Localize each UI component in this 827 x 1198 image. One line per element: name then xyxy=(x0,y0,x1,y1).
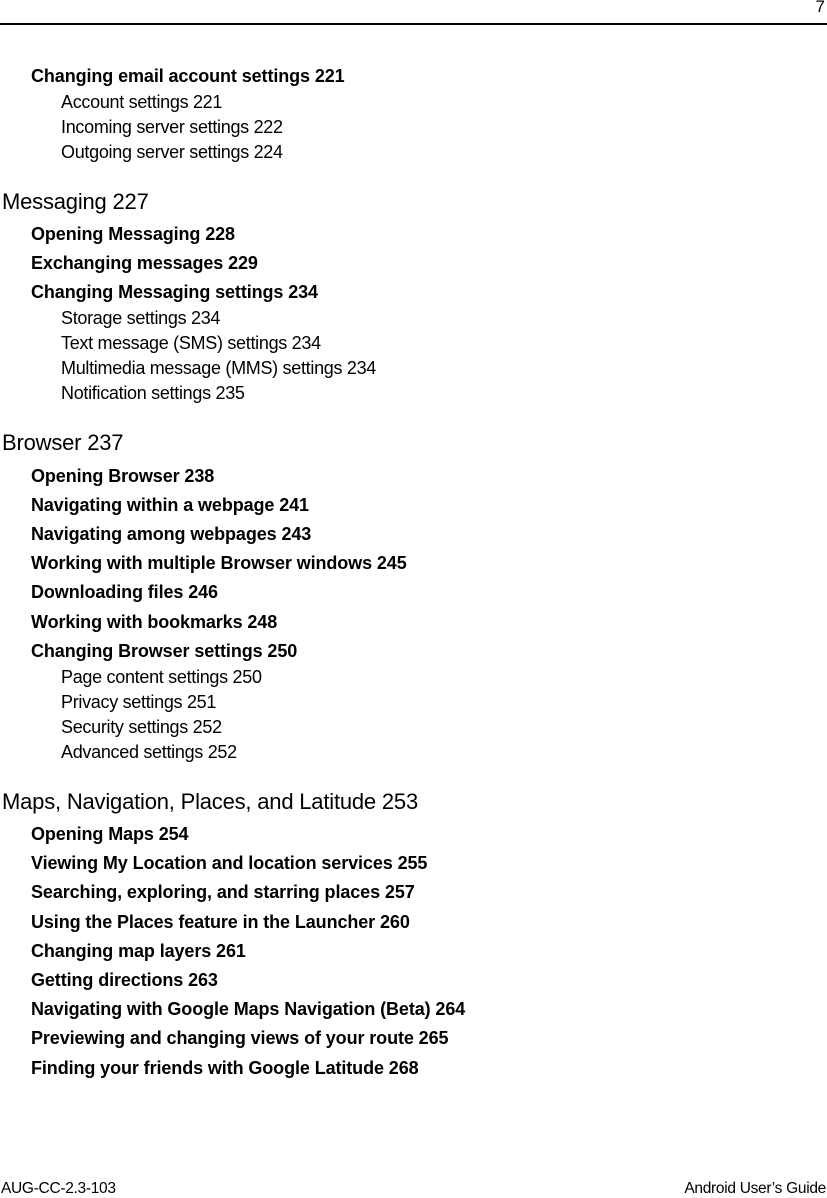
toc-entry-chapter[interactable]: Browser 237 xyxy=(2,432,124,454)
toc-entry-section[interactable]: Working with multiple Browser windows 24… xyxy=(31,554,407,572)
page-number: 7 xyxy=(815,0,825,16)
toc-entry-section[interactable]: Downloading files 246 xyxy=(31,583,218,601)
document-code: AUG-CC-2.3-103 xyxy=(1,1180,116,1197)
toc-entry-subsection[interactable]: Storage settings 234 xyxy=(61,309,220,327)
toc-entry-section[interactable]: Opening Browser 238 xyxy=(31,467,214,485)
toc-entry-chapter[interactable]: Messaging 227 xyxy=(2,191,149,213)
toc-entry-section[interactable]: Finding your friends with Google Latitud… xyxy=(31,1059,419,1077)
toc-entry-chapter[interactable]: Maps, Navigation, Places, and Latitude 2… xyxy=(2,791,418,813)
toc-entry-section[interactable]: Viewing My Location and location service… xyxy=(31,854,427,872)
toc-entry-section[interactable]: Exchanging messages 229 xyxy=(31,254,258,272)
toc-entry-subsection[interactable]: Account settings 221 xyxy=(61,93,222,111)
toc-entry-section[interactable]: Previewing and changing views of your ro… xyxy=(31,1029,449,1047)
toc-entry-section[interactable]: Changing Messaging settings 234 xyxy=(31,283,318,301)
toc-entry-section[interactable]: Navigating among webpages 243 xyxy=(31,525,311,543)
toc-entry-section[interactable]: Changing Browser settings 250 xyxy=(31,642,297,660)
document-title: Android User’s Guide xyxy=(684,1180,826,1197)
toc-entry-section[interactable]: Navigating with Google Maps Navigation (… xyxy=(31,1000,465,1018)
toc-entry-section[interactable]: Opening Messaging 228 xyxy=(31,225,235,243)
toc-entry-section[interactable]: Getting directions 263 xyxy=(31,971,218,989)
toc-entry-subsection[interactable]: Incoming server settings 222 xyxy=(61,118,283,136)
toc-entry-section[interactable]: Searching, exploring, and starring place… xyxy=(31,883,415,901)
toc-entry-subsection[interactable]: Multimedia message (MMS) settings 234 xyxy=(61,359,376,377)
toc-entry-subsection[interactable]: Privacy settings 251 xyxy=(61,693,216,711)
toc-entry-subsection[interactable]: Advanced settings 252 xyxy=(61,743,237,761)
toc-entry-subsection[interactable]: Text message (SMS) settings 234 xyxy=(61,334,321,352)
toc-entry-section[interactable]: Changing map layers 261 xyxy=(31,942,246,960)
toc-entry-section[interactable]: Navigating within a webpage 241 xyxy=(31,496,309,514)
toc-entry-section[interactable]: Using the Places feature in the Launcher… xyxy=(31,913,410,931)
toc-entry-subsection[interactable]: Security settings 252 xyxy=(61,718,222,736)
toc-entry-section[interactable]: Working with bookmarks 248 xyxy=(31,613,277,631)
toc-entry-subsection[interactable]: Notification settings 235 xyxy=(61,384,245,402)
header-divider xyxy=(0,23,827,25)
toc-entry-section[interactable]: Changing email account settings 221 xyxy=(31,67,345,85)
toc-entry-subsection[interactable]: Page content settings 250 xyxy=(61,668,262,686)
toc-entry-subsection[interactable]: Outgoing server settings 224 xyxy=(61,143,283,161)
toc-entry-section[interactable]: Opening Maps 254 xyxy=(31,825,189,843)
